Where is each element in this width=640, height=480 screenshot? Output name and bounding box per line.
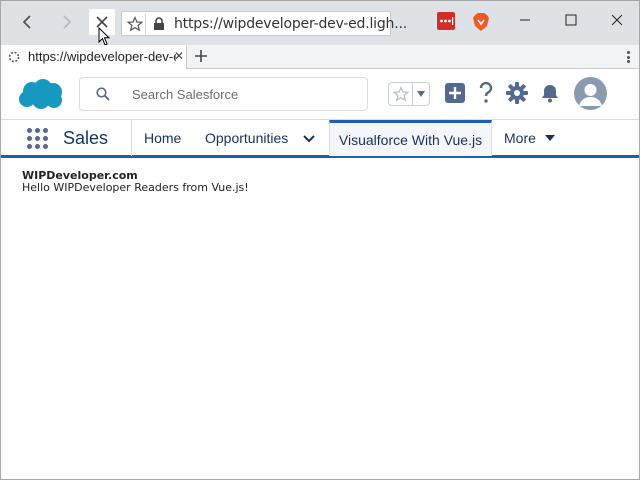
app-launcher-button[interactable] xyxy=(27,128,49,150)
salesforce-logo[interactable] xyxy=(17,77,65,116)
global-search-input[interactable]: Search Salesforce xyxy=(79,77,368,111)
spinner-icon xyxy=(8,51,20,63)
tab-strip: https://wipdeveloper-dev-e ✕ xyxy=(1,45,639,69)
brave-icon xyxy=(473,13,489,31)
lock-icon xyxy=(154,17,164,30)
forward-icon xyxy=(63,15,72,29)
notifications-button[interactable] xyxy=(538,81,562,105)
visualforce-page-content: WIPDeveloper.com Hello WIPDeveloper Read… xyxy=(1,161,639,479)
tab-title: https://wipdeveloper-dev-e xyxy=(28,49,176,64)
add-icon xyxy=(445,83,465,103)
browser-tab[interactable]: https://wipdeveloper-dev-e ✕ xyxy=(1,45,187,69)
maximize-button[interactable] xyxy=(551,7,591,33)
lastpass-extension-button[interactable] xyxy=(437,12,455,30)
browser-window: https://wipdeveloper-dev-ed.ligh... http… xyxy=(0,0,640,480)
caret-down-icon xyxy=(544,135,555,141)
forward-button[interactable] xyxy=(53,9,79,35)
favorites-list-button[interactable] xyxy=(413,83,429,105)
nav-item-home[interactable]: Home xyxy=(144,120,181,156)
menu-icon xyxy=(626,51,630,54)
search-placeholder: Search Salesforce xyxy=(132,87,239,102)
plus-icon xyxy=(195,50,207,62)
global-actions-button[interactable] xyxy=(443,81,467,105)
back-icon xyxy=(22,15,31,29)
nav-item-visualforce-with-vuejs[interactable]: Visualforce With Vue.js xyxy=(329,120,492,156)
minimize-button[interactable] xyxy=(505,7,545,33)
back-button[interactable] xyxy=(15,9,41,35)
tab-close-icon[interactable]: ✕ xyxy=(174,49,184,63)
address-bar[interactable]: https://wipdeveloper-dev-ed.ligh... xyxy=(121,11,407,36)
chevron-down-icon xyxy=(303,135,315,143)
nav-item-opportunities[interactable]: Opportunities xyxy=(205,120,288,156)
stop-button[interactable] xyxy=(89,9,115,46)
new-tab-button[interactable] xyxy=(191,46,211,66)
notification-bell-icon xyxy=(542,85,558,103)
search-icon xyxy=(96,87,110,101)
user-avatar-icon xyxy=(579,84,602,106)
help-icon xyxy=(479,82,493,103)
url-text: https://wipdeveloper-dev-ed.ligh... xyxy=(174,16,407,32)
bookmark-star-icon xyxy=(126,16,143,32)
setup-gear-icon xyxy=(506,82,528,104)
user-avatar-button[interactable] xyxy=(574,77,607,110)
nav-item-label: Visualforce With Vue.js xyxy=(338,131,483,148)
browser-menu-button[interactable] xyxy=(623,49,633,65)
content-message: Hello WIPDeveloper Readers from Vue.js! xyxy=(22,181,249,194)
app-navigation-bar: Sales Home Opportunities Visualforce Wit… xyxy=(1,119,639,158)
favorites-button[interactable] xyxy=(389,83,413,105)
app-name: Sales xyxy=(63,128,109,148)
app-launcher-icon xyxy=(27,128,32,133)
nav-divider xyxy=(131,120,132,156)
setup-button[interactable] xyxy=(505,81,529,105)
caret-down-icon xyxy=(417,91,425,97)
favorites-star-icon xyxy=(392,86,409,102)
minimize-icon xyxy=(520,19,530,21)
brave-extension-button[interactable] xyxy=(472,12,490,31)
maximize-icon xyxy=(565,14,577,26)
lastpass-icon xyxy=(440,17,454,25)
opportunities-menu-button[interactable] xyxy=(297,130,321,148)
browser-toolbar: https://wipdeveloper-dev-ed.ligh... xyxy=(1,1,639,46)
salesforce-cloud-icon xyxy=(19,79,62,109)
close-window-button[interactable] xyxy=(597,7,637,33)
nav-item-more[interactable]: More xyxy=(504,120,556,156)
help-button[interactable] xyxy=(474,81,498,105)
bookmark-button[interactable] xyxy=(124,14,146,34)
mouse-cursor-icon xyxy=(98,27,111,46)
close-window-icon xyxy=(611,14,623,26)
nav-more-label: More xyxy=(504,130,536,146)
salesforce-header: Search Salesforce xyxy=(1,69,639,119)
favorites-button-group xyxy=(388,82,430,106)
